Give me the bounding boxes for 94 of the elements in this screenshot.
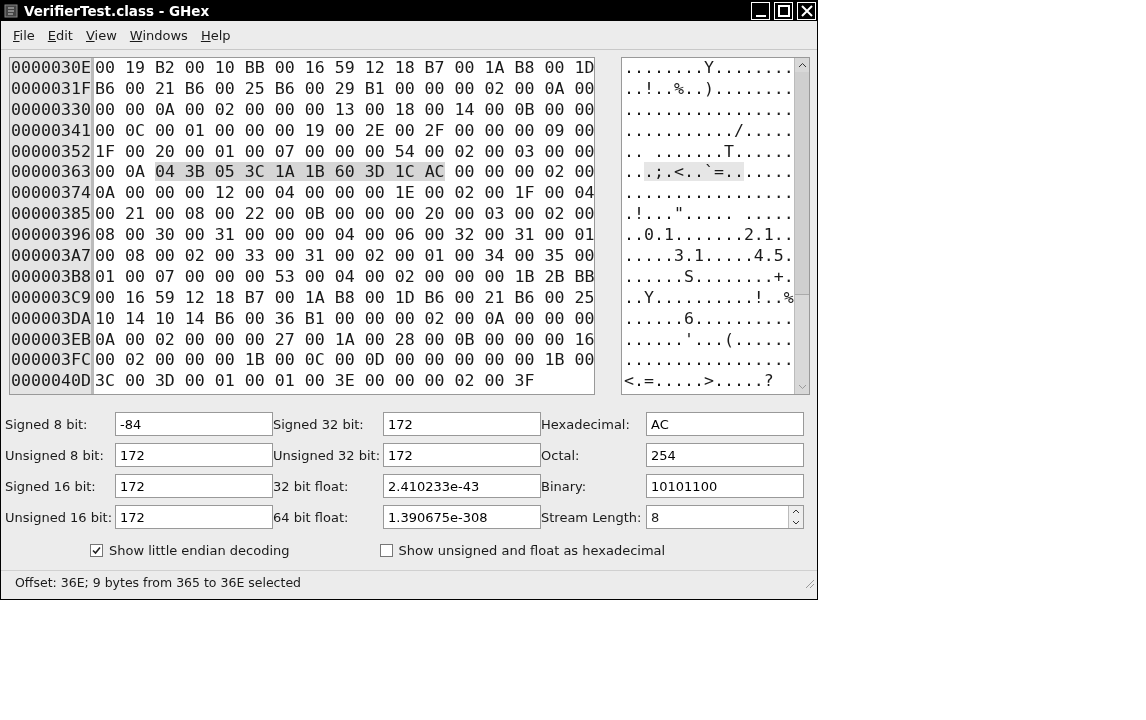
field-label: 32 bit float: [273, 477, 350, 496]
increment-icon[interactable] [792, 509, 800, 514]
field-label: 64 bit float: [273, 508, 350, 527]
hex-bytes: 00 19 B2 00 10 BB 00 16 59 12 18 B7 00 1A B8 00 1D [94, 58, 595, 77]
document-icon [4, 4, 18, 18]
hex-bytes: 00 00 0A 00 02 00 00 00 13 00 18 00 14 00 0B 00 00 [94, 99, 595, 119]
scroll-thumb[interactable] [795, 72, 809, 295]
value-field[interactable]: 10101100 [646, 474, 804, 498]
spin-field[interactable]: 8 [646, 505, 804, 529]
offset-label: 00000396 [11, 225, 91, 246]
value-field[interactable]: 172 [115, 474, 273, 498]
ascii-text: ..!..%..)........ [624, 78, 794, 98]
offset-label: 0000040D [11, 371, 91, 393]
ascii-text: ..... [743, 162, 794, 182]
field-label: Binary: [541, 477, 588, 496]
menu-item[interactable]: Edit [41, 26, 79, 45]
menu-item[interactable]: Windows [123, 26, 194, 45]
offset-label: 000003B8 [11, 266, 91, 288]
field-label: Unsigned 32 bit: [273, 446, 382, 465]
value-field[interactable]: AC [646, 412, 804, 436]
menu-item[interactable]: View [79, 26, 123, 45]
value-field[interactable]: 172 [383, 443, 541, 467]
value-field[interactable]: -84 [115, 412, 273, 436]
offset-label: 0000031F [11, 78, 91, 100]
hex-bytes: 00 21 00 08 00 22 00 0B 00 00 00 20 00 03 00 02 00 [94, 204, 595, 224]
ascii-text: .!..."..... ..... [624, 204, 794, 224]
hex-bytes: 00 16 59 12 18 B7 00 1A B8 00 1D B6 00 21 B6 00 25 [94, 287, 595, 307]
field-label: Signed 16 bit: [5, 477, 97, 496]
checkbox-label[interactable]: Show little endian decoding [109, 543, 290, 558]
ascii-text: <.=.....>.....? [624, 371, 774, 391]
offset-label: 00000363 [11, 162, 91, 184]
ascii-text: ......6.......... [624, 308, 794, 328]
offset-label: 0000030E [11, 58, 91, 79]
value-field[interactable]: 172 [383, 412, 541, 436]
field-label: Octal: [541, 446, 581, 465]
checkbox[interactable] [90, 544, 103, 557]
field-label: Stream Length: [541, 508, 643, 527]
hex-bytes: 00 00 00 02 00 [454, 162, 595, 182]
offset-label: 000003EB [11, 329, 91, 351]
hex-bytes: B6 00 21 B6 00 25 B6 00 29 B1 00 00 00 02 00 0A 00 [94, 78, 595, 98]
offset-label: 000003A7 [11, 246, 91, 267]
hex-bytes: 00 08 00 02 00 33 00 31 00 02 00 01 00 34 00 35 00 [94, 246, 595, 265]
decrement-icon[interactable] [792, 520, 800, 525]
value-field[interactable]: 2.410233e-43 [383, 474, 541, 498]
hex-bytes: 3C 00 3D 00 01 00 01 00 3E 00 00 00 02 00 3F [94, 371, 535, 391]
field-label: Unsigned 16 bit: [5, 508, 114, 527]
selected-bytes: 04 3B 05 3C 1A 1B 60 3D 1C AC [154, 162, 445, 182]
ascii-text: ........Y........ [624, 58, 794, 77]
offset-label: 00000341 [11, 120, 91, 142]
hex-bytes: 0A 00 00 00 12 00 04 00 00 00 1E 00 02 00 1F 00 04 [94, 183, 595, 203]
ascii-text: ..Y..........!..% [624, 287, 794, 307]
offset-label: 000003FC [11, 350, 91, 372]
value-field[interactable]: 1.390675e-308 [383, 505, 541, 529]
checkbox[interactable] [379, 544, 393, 557]
ascii-text: ..0.1.......2.1.. [624, 225, 794, 245]
checkbox-label[interactable]: Show unsigned and float as hexadecimal [398, 543, 666, 558]
hex-bytes: 00 0A [94, 162, 146, 182]
hex-bytes: 1F 00 20 00 01 00 07 00 00 00 54 00 02 00 03 00 00 [94, 141, 595, 161]
ascii-text: .. [624, 162, 644, 182]
ascii-text: .. .......T...... [624, 141, 794, 161]
offset-label: 000003DA [11, 308, 91, 330]
offset-label: 00000374 [11, 183, 91, 205]
field-label: Unsigned 8 bit: [5, 446, 105, 465]
field-label: Signed 32 bit: [273, 415, 365, 434]
offset-label: 000003C9 [11, 287, 91, 309]
value-field[interactable]: 172 [115, 443, 273, 467]
ascii-text: ......S........+. [624, 266, 794, 286]
hex-bytes: 00 0C 00 01 00 00 00 19 00 2E 00 2F 00 00 00 09 00 [94, 120, 595, 140]
field-label: Signed 8 bit: [5, 415, 89, 434]
offset-label: 00000330 [11, 99, 91, 121]
status-text: Offset: 36E; 9 bytes from 365 to 36E selected [15, 575, 302, 590]
menu-item[interactable]: File [7, 26, 41, 45]
ascii-text: .....3.1.....4.5. [624, 246, 794, 265]
value-field[interactable]: 172 [115, 505, 273, 529]
hex-bytes: 01 00 07 00 00 00 53 00 04 00 02 00 00 00 1B 2B BB [94, 266, 595, 286]
ascii-text: ................. [624, 99, 794, 119]
hex-bytes: 00 02 00 00 00 1B 00 0C 00 0D 00 00 00 00 00 1B 00 [94, 350, 595, 370]
ascii-text: .........../..... [624, 120, 794, 140]
hex-bytes: 08 00 30 00 31 00 00 00 04 00 06 00 32 00 31 00 01 [94, 225, 595, 245]
ascii-text: ................. [624, 350, 794, 370]
scrollbar[interactable] [794, 58, 809, 394]
hex-bytes: 10 14 10 14 B6 00 36 B1 00 00 00 02 00 0A 00 00 00 [94, 308, 595, 328]
offset-label: 00000385 [11, 204, 91, 226]
menu-item[interactable]: Help [194, 26, 237, 45]
window-title: VerifierTest.class - GHex [24, 3, 210, 19]
selected-text: .;.<..`=.. [644, 162, 744, 182]
check-icon [92, 546, 101, 555]
scroll-up-icon[interactable] [797, 62, 807, 68]
hex-bytes: 0A 00 02 00 00 00 27 00 1A 00 28 00 0B 00 00 00 16 [94, 329, 595, 349]
ascii-text: ......'...(...... [624, 329, 794, 349]
ascii-text: ................. [624, 183, 794, 203]
value-field[interactable]: 254 [646, 443, 804, 467]
field-label: Hexadecimal: [541, 415, 631, 434]
offset-label: 00000352 [11, 141, 91, 163]
